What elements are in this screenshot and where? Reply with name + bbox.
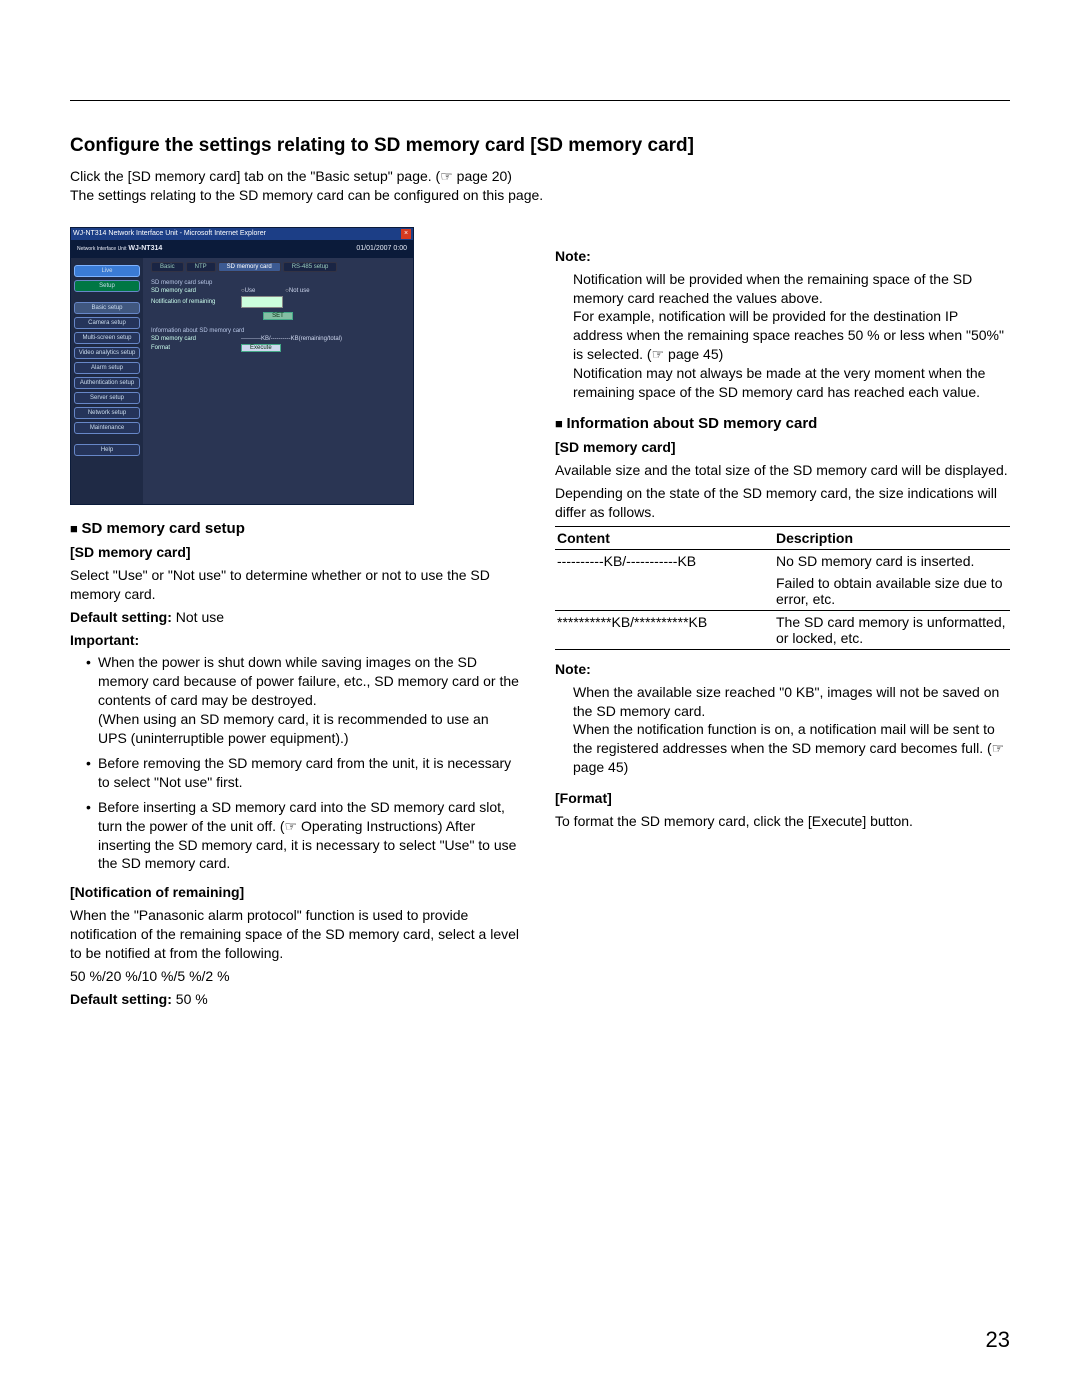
sd-card-label: [SD memory card]	[555, 438, 1010, 457]
page-title: Configure the settings relating to SD me…	[70, 135, 1010, 157]
note-label: Note:	[555, 660, 1010, 679]
note-block: When the available size reached "0 KB", …	[555, 683, 1010, 777]
intro-line1: Click the [SD memory card] tab on the "B…	[70, 168, 512, 184]
notif-body: When the "Panasonic alarm protocol" func…	[70, 906, 521, 963]
table-cell: **********KB/**********KB	[555, 610, 774, 649]
sidebar-item: Network setup	[74, 407, 140, 419]
page-number: 23	[986, 1327, 1010, 1353]
default-value: 50 %	[172, 991, 208, 1007]
important-list: When the power is shut down while saving…	[70, 653, 521, 873]
table-cell: ----------KB/-----------KB	[555, 549, 774, 572]
browser-title: WJ-NT314 Network Interface Unit - Micros…	[73, 230, 266, 237]
note-text: (When using an SD memory card, it is rec…	[98, 711, 489, 746]
note-text: Notification will be provided when the r…	[573, 271, 972, 306]
list-item: Before inserting a SD memory card into t…	[86, 798, 521, 874]
default-label: Default setting:	[70, 609, 172, 625]
sidebar-item: Server setup	[74, 392, 140, 404]
inner-tab: SD memory card	[218, 262, 281, 272]
embedded-screenshot: WJ-NT314 Network Interface Unit - Micros…	[70, 227, 414, 505]
sidebar-item: Multi-screen setup	[74, 332, 140, 344]
group-label: SD memory card setup	[151, 280, 405, 286]
default-setting: Default setting: Not use	[70, 608, 521, 627]
sidebar-item: Basic setup	[74, 302, 140, 314]
inner-tab: RS-485 setup	[283, 262, 338, 272]
format-body: To format the SD memory card, click the …	[555, 812, 1010, 831]
row-label: Notification of remaining	[151, 299, 241, 305]
select	[241, 296, 283, 308]
list-item: When the power is shut down while saving…	[86, 653, 521, 747]
note-text: When the available size reached "0 KB", …	[573, 684, 999, 719]
table-cell: No SD memory card is inserted.	[774, 549, 1010, 572]
list-item: Before removing the SD memory card from …	[86, 754, 521, 792]
sd-card-label: [SD memory card]	[70, 543, 521, 562]
close-icon: ×	[401, 229, 411, 239]
row-label: SD memory card	[151, 336, 241, 342]
set-button: SET	[263, 312, 293, 320]
sd-info-body: Available size and the total size of the…	[555, 461, 1010, 480]
note-block: Notification will be provided when the r…	[555, 270, 1010, 402]
inner-tab: NTP	[186, 262, 216, 272]
table-cell	[555, 572, 774, 611]
table-header: Content	[555, 526, 774, 549]
live-tab: Live	[74, 265, 140, 277]
opt-use: Use	[245, 288, 256, 294]
table-cell: Failed to obtain available size due to e…	[774, 572, 1010, 611]
section-sd-setup: SD memory card setup	[70, 519, 521, 539]
sd-info-body: Depending on the state of the SD memory …	[555, 484, 1010, 522]
default-label: Default setting:	[70, 991, 172, 1007]
setup-tab: Setup	[74, 280, 140, 292]
table-header: Description	[774, 526, 1010, 549]
row-label: Format	[151, 345, 241, 351]
intro-line2: The settings relating to the SD memory c…	[70, 187, 543, 203]
sidebar-item: Camera setup	[74, 317, 140, 329]
execute-button: Execute	[241, 344, 281, 352]
row-label: SD memory card	[151, 288, 241, 294]
opt-notuse: Not use	[289, 288, 310, 294]
sidebar-item: Maintenance	[74, 422, 140, 434]
sidebar-item: Alarm setup	[74, 362, 140, 374]
important-label: Important:	[70, 631, 521, 650]
model: WJ-NT314	[128, 245, 162, 252]
notif-default: Default setting: 50 %	[70, 990, 521, 1009]
group-label: Information about SD memory card	[151, 328, 405, 334]
size-indications-table: Content Description ----------KB/-------…	[555, 526, 1010, 650]
note-label: Note:	[555, 247, 1010, 266]
kb-line: ----------KB/----------KB(remaining/tota…	[241, 336, 342, 342]
notif-levels: 50 %/20 %/10 %/5 %/2 %	[70, 967, 521, 986]
intro: Click the [SD memory card] tab on the "B…	[70, 167, 1010, 205]
note-text: For example, notification will be provid…	[573, 308, 1004, 362]
format-label: [Format]	[555, 789, 1010, 808]
sidebar-item: Video analytics setup	[74, 347, 140, 359]
inner-tab: Basic	[151, 262, 184, 272]
note-text: When the power is shut down while saving…	[98, 654, 519, 708]
section-sd-info: Information about SD memory card	[555, 414, 1010, 434]
sidebar-item: Help	[74, 444, 140, 456]
sd-card-body: Select "Use" or "Not use" to determine w…	[70, 566, 521, 604]
notif-label: [Notification of remaining]	[70, 883, 521, 902]
note-text: Notification may not always be made at t…	[573, 365, 985, 400]
datetime: 01/01/2007 0:00	[356, 245, 407, 252]
table-cell: The SD card memory is unformatted, or lo…	[774, 610, 1010, 649]
model-small: Network Interface Unit	[77, 246, 126, 252]
sidebar-item: Authentication setup	[74, 377, 140, 389]
default-value: Not use	[172, 609, 224, 625]
note-text: When the notification function is on, a …	[573, 721, 1004, 775]
